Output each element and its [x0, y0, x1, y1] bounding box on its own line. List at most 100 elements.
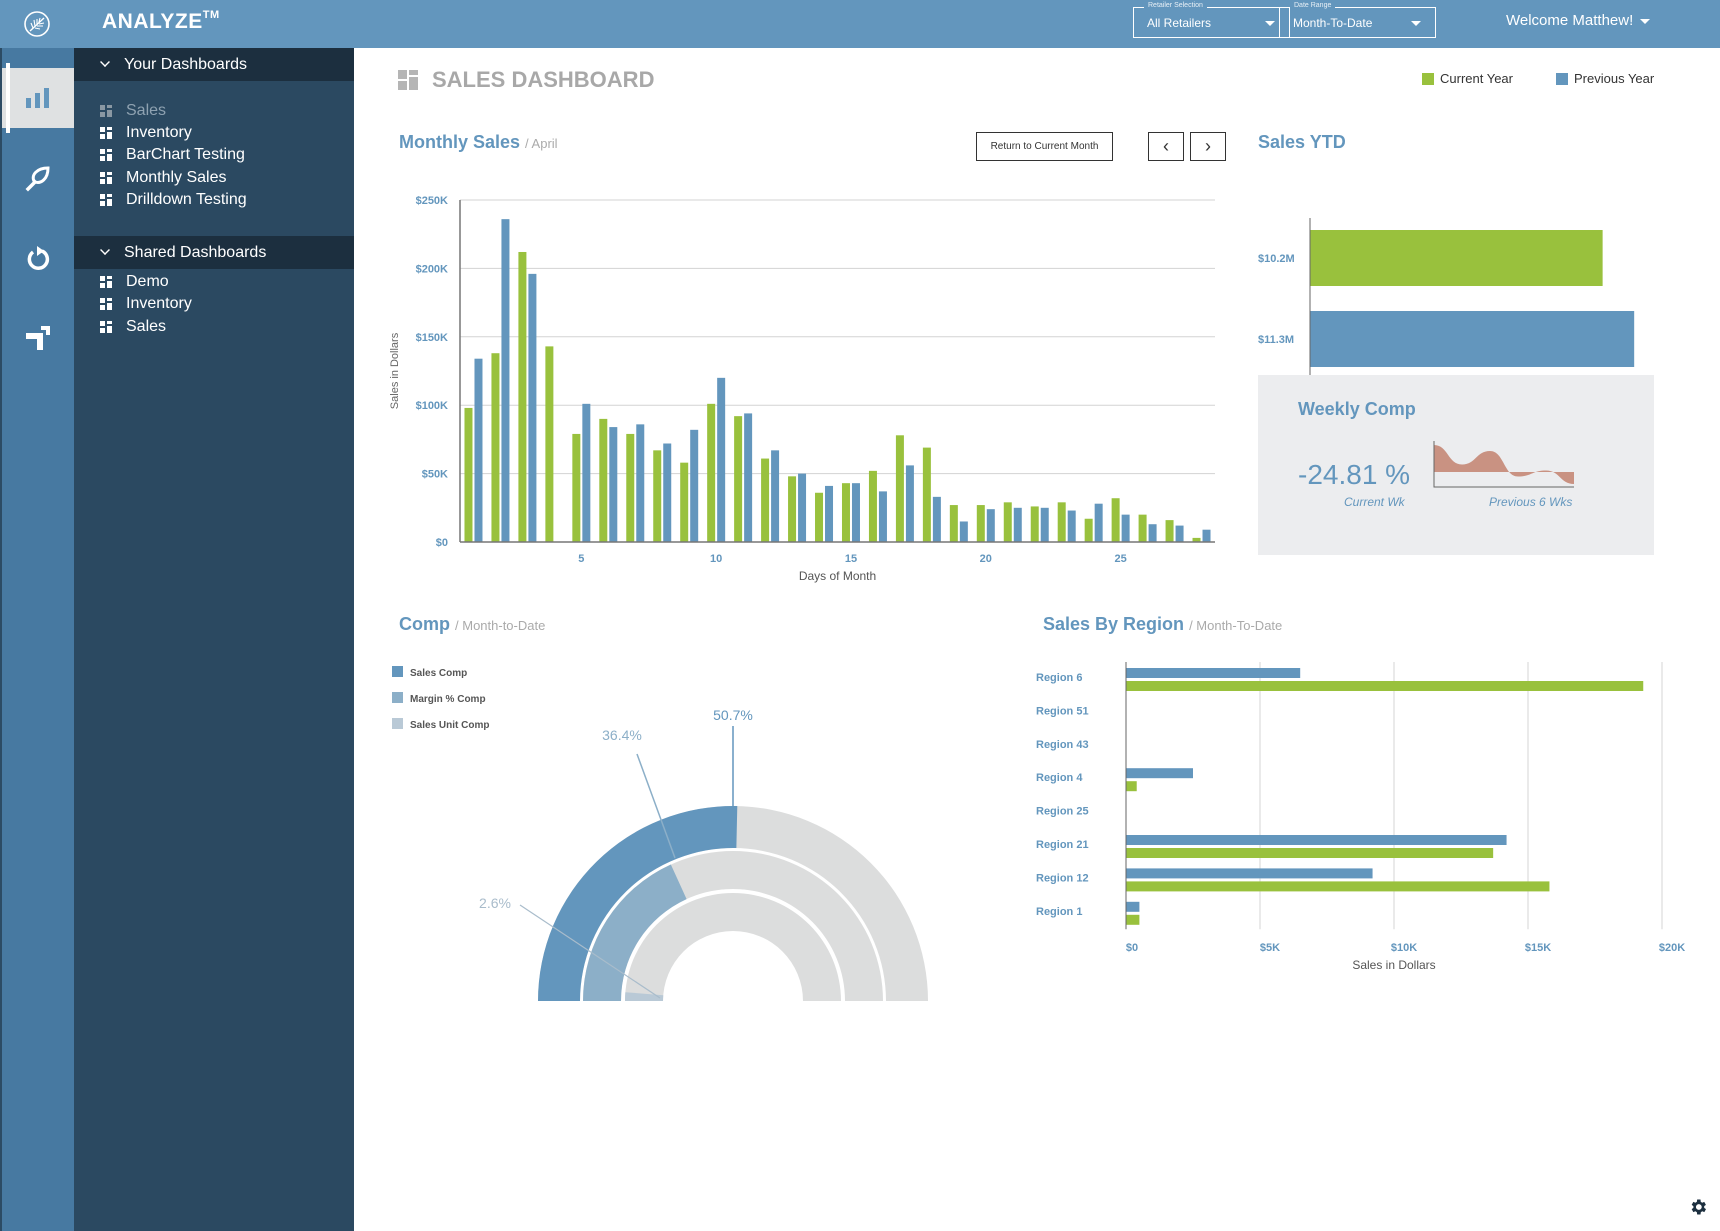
comp-legend-swatch — [392, 718, 403, 729]
comp-value-label: 36.4% — [602, 727, 642, 743]
legend-label: Current Year — [1440, 71, 1513, 86]
bar-previous-day-12 — [771, 450, 780, 542]
icon-rail — [0, 48, 74, 1231]
weekly-comp-title: Weekly Comp — [1298, 399, 1416, 419]
bar-current-day-19 — [949, 505, 958, 542]
region-label: Region 12 — [1036, 872, 1089, 884]
rail-item-export[interactable] — [2, 308, 74, 368]
fern-logo-icon[interactable] — [22, 9, 52, 39]
section-shared-dashboards[interactable]: Shared Dashboards — [74, 236, 354, 269]
bar-chart-icon — [26, 88, 49, 108]
sales-by-region-chart: $0 $5K $10K $15K $20K Region 6 Region 51 Region… — [1036, 662, 1685, 972]
x-tick-label: 15 — [845, 553, 857, 565]
welcome-text: Welcome Matthew! — [1506, 12, 1634, 29]
sidebar-item-monthly-sales[interactable]: Monthly Sales — [100, 167, 227, 189]
bar-current-day-6 — [599, 418, 608, 542]
sidebar-item-sales[interactable]: Sales — [100, 316, 166, 338]
weekly-comp-card: Weekly Comp -24.81 % Current Wk Previous… — [1258, 375, 1654, 555]
leaf-search-icon — [25, 166, 50, 192]
x-tick-label: $15K — [1525, 942, 1551, 954]
weekly-area — [1434, 445, 1574, 484]
retailer-select[interactable]: Retailer Selection All Retailers — [1133, 2, 1290, 38]
rail-item-dashboards[interactable] — [2, 63, 74, 133]
comp-legend-label: Margin % Comp — [410, 694, 486, 705]
x-tick-label: $5K — [1260, 942, 1280, 954]
corner-arrow-icon — [26, 326, 50, 350]
trademark: TM — [202, 9, 220, 21]
bar-current-day-16 — [868, 470, 877, 542]
sidebar-item-label: Sales — [126, 102, 167, 119]
bar-previous-day-11 — [744, 413, 753, 542]
sidebar-item-sales[interactable]: Sales — [100, 100, 166, 122]
rail-item-refresh[interactable] — [2, 228, 74, 288]
sidebar-item-barchart-testing[interactable]: BarChart Testing — [100, 144, 245, 166]
bar-current-day-26 — [1138, 514, 1147, 542]
bar-previous-day-25 — [1121, 514, 1130, 542]
region-bar-current — [1126, 681, 1644, 691]
sidebar-item-drilldown-testing[interactable]: Drilldown Testing — [100, 189, 247, 211]
legend-current-year: Current Year — [1422, 71, 1513, 86]
bar-previous-day-6 — [609, 427, 618, 542]
bar-current-day-10 — [707, 403, 716, 542]
return-current-month-button[interactable]: Return to Current Month — [976, 132, 1113, 161]
bar-previous-day-19 — [959, 521, 968, 542]
settings-gear-icon[interactable] — [1688, 1197, 1708, 1217]
card-title-text: Comp — [399, 614, 450, 634]
sidebar-item-label: Inventory — [126, 124, 192, 141]
bar-current-day-8 — [653, 450, 662, 542]
sales-by-region-title: Sales By Region / Month-To-Date — [1043, 614, 1282, 635]
bar-current-day-9 — [680, 462, 689, 542]
bar-current-day-22 — [1030, 506, 1039, 542]
region-bar-current — [1126, 914, 1140, 925]
region-bar-previous — [1126, 768, 1193, 779]
comp-legend-swatch — [392, 692, 403, 703]
dashboard-icon — [398, 70, 418, 90]
retailer-select-value: All Retailers — [1147, 16, 1212, 30]
bar-current-day-25 — [1111, 498, 1120, 542]
region-bar-previous — [1126, 668, 1301, 678]
previous-month-button[interactable]: ‹ — [1148, 132, 1184, 161]
dashboard-icon — [100, 172, 112, 184]
section-your-dashboards[interactable]: Your Dashboards — [74, 48, 354, 81]
bar-previous-day-17 — [905, 465, 914, 542]
card-subtitle: / April — [525, 136, 558, 151]
next-month-button[interactable]: › — [1190, 132, 1226, 161]
x-tick-label: $20K — [1659, 942, 1685, 954]
dashboard-icon — [100, 298, 112, 310]
current-week-label: Current Wk — [1344, 495, 1405, 509]
sales-ytd-title: Sales YTD — [1258, 132, 1346, 152]
bar-current-day-5 — [572, 433, 581, 542]
bar-previous-day-26 — [1148, 524, 1157, 542]
refresh-icon — [27, 246, 50, 270]
date-range-select[interactable]: Date Range Month-To-Date — [1279, 2, 1436, 38]
bar-previous-day-9 — [690, 429, 699, 542]
bar-previous-day-14 — [825, 485, 834, 542]
section-title: Shared Dashboards — [124, 243, 267, 261]
monthly-sales-title: Monthly Sales / April — [399, 132, 558, 153]
ytd-value-label: $11.3M — [1258, 334, 1294, 346]
sidebar-item-inventory[interactable]: Inventory — [100, 293, 192, 315]
dashboard-icon — [100, 321, 112, 333]
bar-current-day-3 — [518, 251, 527, 542]
legend-swatch — [1422, 72, 1434, 85]
bar-current-day-7 — [626, 433, 635, 542]
chevron-down-icon — [1411, 21, 1421, 26]
user-menu[interactable]: Welcome Matthew! — [1506, 12, 1651, 29]
sidebar-item-demo[interactable]: Demo — [100, 271, 169, 293]
bar-current-day-18 — [922, 447, 931, 542]
comp-legend-swatch — [392, 666, 403, 677]
bar-current-day-15 — [841, 483, 850, 542]
sidebar-item-inventory[interactable]: Inventory — [100, 122, 192, 144]
x-axis-title: Days of Month — [799, 569, 876, 583]
bar-previous-day-15 — [851, 483, 860, 542]
rail-item-explore[interactable] — [2, 148, 74, 208]
x-tick-label: 20 — [980, 553, 992, 565]
main-content: SALES DASHBOARD Current Year Previous Ye… — [354, 48, 1720, 1231]
region-bar-previous — [1126, 835, 1507, 845]
brand-name: ANALYZE — [102, 10, 203, 33]
bar-current-day-4 — [545, 346, 554, 542]
sales-ytd-chart: $10.2M $11.3M — [1258, 218, 1635, 380]
y-tick-label: $150K — [416, 332, 448, 344]
bar-current-day-24 — [1084, 518, 1093, 542]
bar-current-day-14 — [815, 492, 824, 542]
